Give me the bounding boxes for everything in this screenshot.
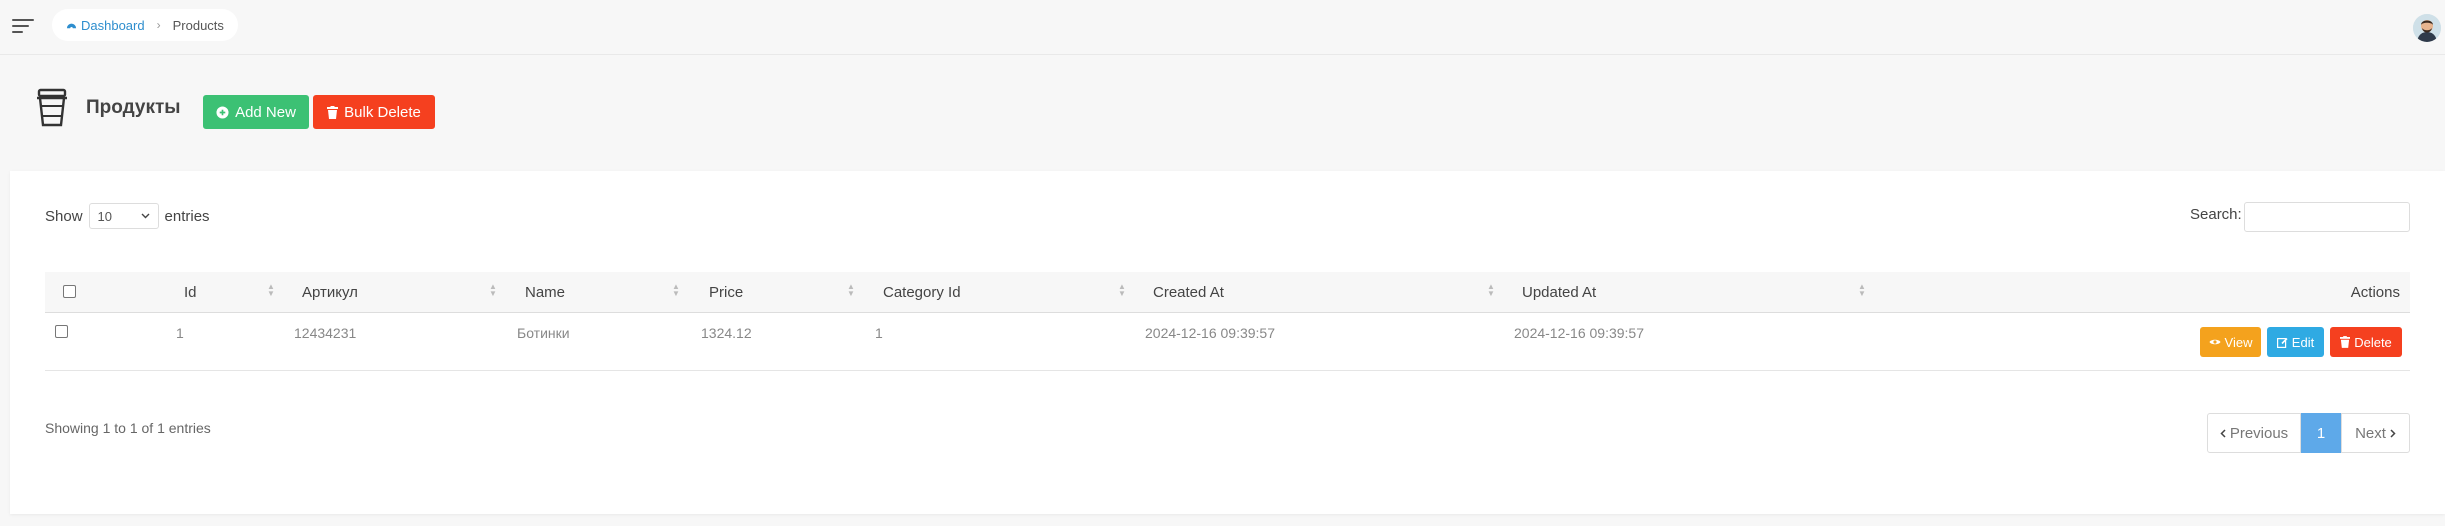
add-new-button[interactable]: Add New — [203, 95, 309, 129]
page-length-value: 10 — [97, 208, 112, 224]
top-bar: Dashboard › Products — [0, 0, 2445, 55]
pagination-previous-label: Previous — [2229, 424, 2289, 442]
dashboard-icon — [66, 23, 77, 30]
column-header-id[interactable]: Id — [184, 284, 197, 301]
column-header-updated-at[interactable]: Updated At — [1522, 284, 1596, 301]
search-label: Search: — [2190, 206, 2242, 223]
sort-icon[interactable]: ▲ ▼ — [267, 283, 275, 298]
delete-label: Delete — [2354, 334, 2392, 350]
cup-icon — [34, 88, 70, 128]
sort-icon[interactable]: ▲ ▼ — [489, 283, 497, 298]
sort-icon[interactable]: ▲ ▼ — [847, 283, 855, 298]
cell-id: 1 — [176, 325, 184, 341]
edit-button[interactable]: Edit — [2267, 327, 2324, 357]
column-header-actions: Actions — [2350, 284, 2400, 301]
plus-circle-icon — [216, 105, 229, 119]
table-row: 1 12434231 Ботинки 1324.12 1 2024-12-16 … — [45, 313, 2410, 371]
column-header-price[interactable]: Price — [709, 284, 743, 301]
column-header-created-at[interactable]: Created At — [1153, 284, 1224, 301]
bulk-delete-button[interactable]: Bulk Delete — [313, 95, 435, 129]
column-header-name[interactable]: Name — [525, 284, 565, 301]
add-new-label: Add New — [235, 103, 296, 121]
chevron-right-icon — [2390, 428, 2396, 438]
sort-icon[interactable]: ▲ ▼ — [1487, 283, 1495, 298]
page-length-control: Show 10 entries — [45, 203, 210, 229]
column-header-category-id[interactable]: Category Id — [883, 284, 961, 301]
select-all-checkbox[interactable] — [63, 285, 76, 298]
cell-name: Ботинки — [517, 325, 570, 341]
eye-icon — [2209, 339, 2221, 345]
bulk-delete-label: Bulk Delete — [344, 103, 421, 121]
search-input[interactable] — [2244, 202, 2410, 232]
breadcrumb: Dashboard › Products — [52, 9, 238, 41]
cell-price: 1324.12 — [701, 325, 752, 341]
user-avatar-icon — [2413, 14, 2441, 42]
cell-created-at: 2024-12-16 09:39:57 — [1145, 325, 1275, 341]
breadcrumb-home-label: Dashboard — [81, 17, 145, 33]
pagination-next[interactable]: Next — [2341, 413, 2410, 453]
avatar[interactable] — [2413, 14, 2441, 42]
pagination-previous[interactable]: Previous — [2207, 413, 2301, 453]
breadcrumb-current: Products — [172, 17, 224, 33]
sort-icon[interactable]: ▲ ▼ — [672, 283, 680, 298]
sort-icon[interactable]: ▲ ▼ — [1118, 283, 1126, 298]
menu-icon[interactable] — [12, 17, 34, 35]
column-header-sku[interactable]: Артикул — [302, 284, 358, 301]
row-checkbox[interactable] — [55, 325, 68, 338]
chevron-down-icon — [141, 213, 150, 219]
pagination-next-label: Next — [2355, 424, 2386, 442]
table-info: Showing 1 to 1 of 1 entries — [45, 420, 211, 436]
pagination-page-1[interactable]: 1 — [2301, 413, 2341, 453]
edit-icon — [2276, 337, 2288, 348]
table-header: Id ▲ ▼ Артикул ▲ ▼ Name ▲ ▼ Price ▲ ▼ Catego… — [45, 272, 2410, 313]
view-button[interactable]: View — [2200, 327, 2261, 357]
breadcrumb-dashboard-link[interactable]: Dashboard — [66, 18, 145, 33]
view-label: View — [2224, 334, 2253, 350]
show-label: Show — [45, 207, 83, 225]
chevron-right-icon: › — [156, 18, 161, 32]
page-title: Продукты — [86, 97, 181, 118]
delete-button[interactable]: Delete — [2330, 327, 2402, 357]
cell-category-id: 1 — [875, 325, 883, 341]
edit-label: Edit — [2291, 334, 2315, 350]
chevron-left-icon — [2220, 428, 2226, 438]
cell-sku: 12434231 — [294, 325, 357, 341]
cell-updated-at: 2024-12-16 09:39:57 — [1514, 325, 1644, 341]
sort-icon[interactable]: ▲ ▼ — [1858, 283, 1866, 298]
trash-icon — [327, 105, 339, 119]
page-length-select[interactable]: 10 — [88, 203, 159, 229]
entries-label: entries — [164, 207, 210, 225]
trash-icon — [2340, 336, 2351, 348]
pagination: Previous 1 Next — [2207, 413, 2410, 453]
